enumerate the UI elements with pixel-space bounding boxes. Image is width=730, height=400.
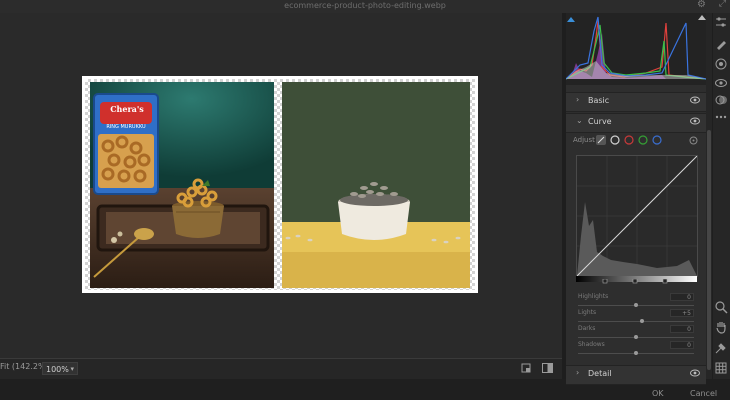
- crop-view-icon[interactable]: [521, 363, 531, 373]
- blue-channel-icon[interactable]: [652, 135, 662, 145]
- section-detail-label: Detail: [588, 369, 612, 378]
- shadows-value[interactable]: 0: [670, 341, 694, 349]
- section-basic[interactable]: › Basic: [566, 92, 706, 112]
- bag-product-text: RING MURUKKU: [106, 124, 146, 130]
- white-channel-icon[interactable]: [610, 135, 620, 145]
- highlights-slider-knob[interactable]: [634, 303, 638, 307]
- chevron-down-icon: ⌄: [576, 116, 583, 125]
- window-title: ecommerce-product-photo-editing.webp: [284, 1, 446, 10]
- brush-icon[interactable]: [714, 37, 728, 51]
- zoom-icon[interactable]: [714, 300, 728, 314]
- darks-value[interactable]: 0: [670, 325, 694, 333]
- zoom-value: 100%: [46, 365, 69, 374]
- photo-right[interactable]: [282, 82, 470, 288]
- adjust-label: Adjust: [573, 136, 595, 144]
- red-eye-icon[interactable]: [714, 76, 728, 90]
- lights-slider[interactable]: [578, 321, 694, 322]
- chevron-right-icon: ›: [576, 95, 580, 104]
- section-curve-label: Curve: [588, 117, 612, 126]
- green-channel-icon[interactable]: [638, 135, 648, 145]
- histogram: [565, 13, 707, 85]
- chevron-right-icon: ›: [576, 368, 580, 377]
- highlights-label: Highlights: [578, 293, 609, 300]
- cancel-button[interactable]: Cancel: [690, 389, 717, 398]
- target-adjust-icon[interactable]: [689, 136, 698, 145]
- mask-icon[interactable]: [714, 57, 728, 71]
- section-curve[interactable]: ⌄ Curve: [566, 113, 706, 133]
- panel-scroll-thumb[interactable]: [707, 130, 711, 370]
- eye-icon[interactable]: [690, 117, 700, 125]
- expand-icon[interactable]: ⤢: [719, 0, 726, 9]
- zoom-select[interactable]: 100% ▾: [42, 362, 78, 375]
- curve-graph[interactable]: [576, 155, 698, 277]
- color-sampler-icon[interactable]: [714, 341, 728, 355]
- curve-graph-svg: [576, 155, 698, 277]
- red-channel-icon[interactable]: [624, 135, 634, 145]
- eye-icon[interactable]: [690, 369, 700, 377]
- lights-value[interactable]: +5: [670, 309, 694, 317]
- darks-slider-knob[interactable]: [634, 335, 638, 339]
- lights-slider-knob[interactable]: [639, 319, 644, 323]
- photo-right-image: [282, 82, 470, 288]
- histogram-graph: [565, 15, 707, 80]
- section-detail[interactable]: › Detail: [566, 365, 706, 385]
- ok-button[interactable]: OK: [652, 389, 664, 398]
- eye-icon[interactable]: [690, 96, 700, 104]
- grid-overlay-icon[interactable]: [714, 361, 728, 375]
- darks-label: Darks: [578, 325, 596, 332]
- highlights-value[interactable]: 0: [670, 293, 694, 301]
- photo-left[interactable]: Chera's RING MURUKKU: [90, 82, 274, 288]
- chevron-down-icon: ▾: [70, 365, 74, 373]
- before-after-icon[interactable]: [542, 363, 553, 373]
- hand-icon[interactable]: [714, 320, 728, 334]
- gear-icon[interactable]: ⚙: [697, 0, 706, 10]
- lights-label: Lights: [578, 309, 597, 316]
- view-bar: Fit (142.2%) 100% ▾: [0, 358, 562, 379]
- shadows-slider-knob[interactable]: [634, 351, 638, 355]
- section-basic-label: Basic: [588, 96, 610, 105]
- presets-icon[interactable]: [714, 93, 728, 107]
- more-icon[interactable]: [714, 110, 728, 124]
- shadows-label: Shadows: [578, 341, 605, 348]
- curve-channel-selector: [596, 135, 662, 145]
- edit-sliders-icon[interactable]: [714, 15, 728, 29]
- bag-brand-text: Chera's: [110, 104, 144, 114]
- curve-split-handles[interactable]: [576, 279, 697, 285]
- title-bar: ecommerce-product-photo-editing.webp ⚙ ⤢: [0, 0, 730, 13]
